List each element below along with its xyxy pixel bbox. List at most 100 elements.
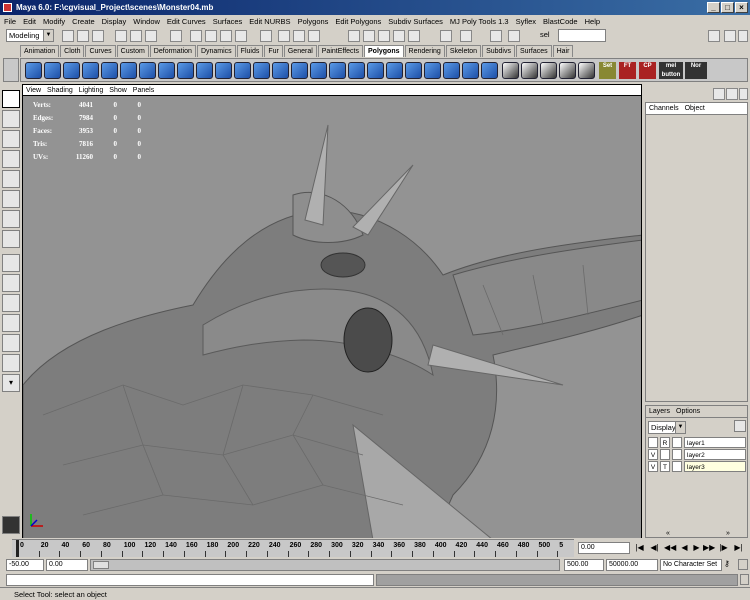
perspective-viewport[interactable]: View Shading Lighting Show Panels Verts:… xyxy=(22,84,642,539)
layer-visibility-toggle[interactable]: V xyxy=(648,449,658,460)
absolute-transform-icon[interactable] xyxy=(378,30,390,42)
open-scene-icon[interactable] xyxy=(77,30,89,42)
pick-mask-icon[interactable] xyxy=(170,30,182,42)
key-icon[interactable]: ⚷ xyxy=(724,559,730,568)
layer-row[interactable]: V T layer3 xyxy=(648,461,747,472)
checker-icon[interactable] xyxy=(502,62,519,79)
playback-end-field[interactable]: 500.00 xyxy=(564,559,604,571)
shelf-tab-dynamics[interactable]: Dynamics xyxy=(196,45,236,57)
save-scene-icon[interactable] xyxy=(92,30,104,42)
poly-cone-icon[interactable] xyxy=(82,62,99,79)
current-frame-field[interactable]: 0.00 xyxy=(578,542,630,554)
go-to-end-icon[interactable]: ▶| xyxy=(733,542,744,553)
layer-color-swatch[interactable] xyxy=(672,461,682,472)
play-backward-icon[interactable]: ◀ xyxy=(679,542,690,553)
new-scene-icon[interactable] xyxy=(62,30,74,42)
select-component-icon[interactable] xyxy=(145,30,157,42)
poly-helix-icon[interactable] xyxy=(158,62,175,79)
render-globals-icon[interactable] xyxy=(308,30,320,42)
checker-icon-4[interactable] xyxy=(559,62,576,79)
shelf-tab-surfaces[interactable]: Surfaces xyxy=(515,45,552,57)
shelf-tab-cloth[interactable]: Cloth xyxy=(60,45,85,57)
layer-row[interactable]: R layer1 xyxy=(648,437,747,448)
trash-icon[interactable] xyxy=(738,30,748,42)
menu-create[interactable]: Create xyxy=(72,15,95,28)
panel-menu-panels[interactable]: Panels xyxy=(133,85,154,95)
channel-box-tab-channels[interactable]: Channels xyxy=(649,103,679,114)
range-bar[interactable] xyxy=(90,559,560,571)
step-forward-key-icon[interactable]: ▶▶ xyxy=(703,542,715,553)
uv-editor-icon[interactable] xyxy=(462,62,479,79)
channel-box-tab-object[interactable]: Object xyxy=(685,103,705,114)
time-ruler[interactable]: 0 20 40 60 80 100 120 140 160 180 200 220 240 260 280 3… xyxy=(12,539,574,557)
shelf-tab-polygons[interactable]: Polygons xyxy=(364,45,404,57)
shelf-button-nor[interactable]: Nor xyxy=(685,62,707,79)
rename-icon[interactable] xyxy=(363,30,375,42)
layers-menu[interactable]: Layers xyxy=(649,406,670,417)
shelf-tab-deformation[interactable]: Deformation xyxy=(149,45,196,57)
close-button[interactable]: × xyxy=(735,2,748,13)
new-layer-icon[interactable] xyxy=(734,420,746,432)
shelf-tab-hair[interactable]: Hair xyxy=(552,45,574,57)
input-line-icon[interactable] xyxy=(348,30,360,42)
shelf-tab-skeleton[interactable]: Skeleton xyxy=(445,45,482,57)
scroll-right-icon[interactable]: » xyxy=(726,530,730,537)
character-set-select[interactable]: No Character Set xyxy=(660,559,722,571)
lasso-select-icon[interactable] xyxy=(408,30,420,42)
menu-display[interactable]: Display xyxy=(102,15,127,28)
persp-outliner-layout-icon[interactable] xyxy=(2,294,20,312)
ipr-render-icon[interactable] xyxy=(293,30,305,42)
menu-edit-polygons[interactable]: Edit Polygons xyxy=(335,15,381,28)
layout-icon-2[interactable] xyxy=(724,30,736,42)
menu-polygons[interactable]: Polygons xyxy=(298,15,329,28)
mel-command-input[interactable] xyxy=(6,574,374,586)
scale-tool-icon[interactable] xyxy=(2,190,20,208)
animation-start-field[interactable]: -50.00 xyxy=(6,559,44,571)
four-view-layout-icon[interactable] xyxy=(2,274,20,292)
step-back-key-icon[interactable]: ◀◀ xyxy=(664,542,676,553)
separate-icon[interactable] xyxy=(196,62,213,79)
show-tool-settings-icon[interactable] xyxy=(460,30,472,42)
menu-mj-poly-tools[interactable]: MJ Poly Tools 1.3 xyxy=(450,15,509,28)
current-time-marker[interactable] xyxy=(16,540,19,557)
step-forward-icon[interactable]: |▶ xyxy=(718,542,729,553)
panel-menu-view[interactable]: View xyxy=(26,85,41,95)
anim-prefs-icon[interactable] xyxy=(738,559,748,570)
snap-curve-icon[interactable] xyxy=(205,30,217,42)
snap-grid-icon[interactable] xyxy=(190,30,202,42)
extrude-face-icon[interactable] xyxy=(272,62,289,79)
maximize-button[interactable]: □ xyxy=(721,2,734,13)
panel-menu-lighting[interactable]: Lighting xyxy=(79,85,104,95)
mode-select[interactable]: Modeling ▼ xyxy=(6,29,54,42)
mirror-geometry-icon[interactable] xyxy=(253,62,270,79)
layer-type-toggle[interactable]: R xyxy=(660,437,670,448)
boolean-icon[interactable] xyxy=(215,62,232,79)
playback-start-field[interactable]: 0.00 xyxy=(46,559,88,571)
lasso-tool-icon[interactable] xyxy=(2,110,20,128)
menu-help[interactable]: Help xyxy=(585,15,600,28)
shelf-tab-fluids[interactable]: Fluids xyxy=(236,45,264,57)
shelf-tab-custom[interactable]: Custom xyxy=(116,45,149,57)
menu-surfaces[interactable]: Surfaces xyxy=(213,15,243,28)
planar-map-icon[interactable] xyxy=(386,62,403,79)
menu-edit-curves[interactable]: Edit Curves xyxy=(167,15,206,28)
shelf-button-set[interactable]: Set xyxy=(599,62,616,79)
manipulator-tool-icon[interactable] xyxy=(2,210,20,228)
show-channel-box-icon[interactable] xyxy=(490,30,502,42)
shelf-tab-subdivs[interactable]: Subdivs xyxy=(482,45,515,57)
layer-type-toggle[interactable]: T xyxy=(660,461,670,472)
layer-mode-select[interactable]: Display ▼ xyxy=(648,421,686,434)
menu-window[interactable]: Window xyxy=(133,15,160,28)
shelf-menu-button[interactable] xyxy=(3,58,19,82)
menu-modify[interactable]: Modify xyxy=(43,15,65,28)
render-icon[interactable] xyxy=(278,30,290,42)
persp-graph-layout-icon[interactable] xyxy=(2,314,20,332)
script-editor-icon[interactable] xyxy=(740,574,749,585)
channel-box-icon[interactable] xyxy=(713,88,725,100)
paint-select-tool-icon[interactable] xyxy=(2,130,20,148)
snap-plane-icon[interactable] xyxy=(235,30,247,42)
smooth-icon[interactable] xyxy=(234,62,251,79)
shelf-button-cp[interactable]: CP xyxy=(639,62,656,79)
poly-torus-icon[interactable] xyxy=(120,62,137,79)
bevel-icon[interactable] xyxy=(348,62,365,79)
